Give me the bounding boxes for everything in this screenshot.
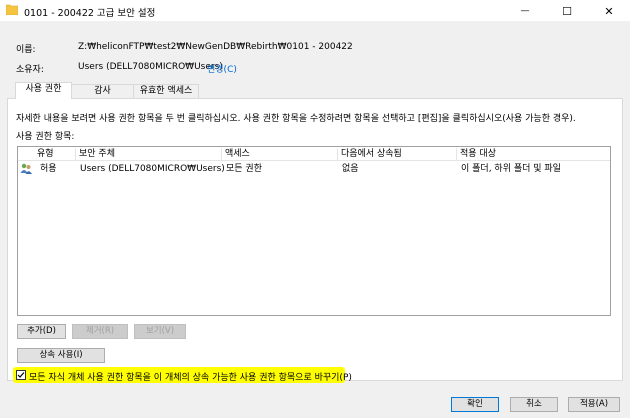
remove-button[interactable]: 제거(R) bbox=[72, 324, 128, 339]
entries-label: 사용 권한 항목: bbox=[16, 132, 75, 142]
replace-child-permissions-checkbox[interactable] bbox=[16, 370, 26, 380]
cancel-button[interactable]: 취소 bbox=[510, 397, 558, 412]
add-button[interactable]: 추가(D) bbox=[17, 324, 66, 339]
tab-auditing[interactable]: 감사 bbox=[71, 84, 134, 99]
row-access: 모든 권한 bbox=[226, 164, 262, 174]
checkmark-icon bbox=[17, 372, 25, 378]
minimize-icon: — bbox=[520, 6, 530, 16]
minimize-button[interactable]: — bbox=[504, 0, 546, 22]
close-icon: ✕ bbox=[604, 4, 614, 18]
folder-icon bbox=[6, 4, 18, 15]
enable-inheritance-button[interactable]: 상속 사용(I) bbox=[17, 348, 105, 363]
table-row[interactable]: 허용 Users (DELL7080MICRO₩Users) 모든 권한 없음 … bbox=[18, 162, 610, 176]
permission-entries-list[interactable]: 유형 보안 주체 액세스 다음에서 상속됨 적용 대상 허용 Users (DE… bbox=[17, 146, 611, 316]
list-header: 유형 보안 주체 액세스 다음에서 상속됨 적용 대상 bbox=[18, 147, 610, 161]
tab-effective-access[interactable]: 유효한 액세스 bbox=[133, 84, 199, 99]
window-title: 0101 - 200422 고급 보안 설정 bbox=[24, 8, 156, 19]
name-label: 이름: bbox=[16, 45, 36, 55]
column-header-access[interactable]: 액세스 bbox=[222, 148, 338, 160]
maximize-icon: ☐ bbox=[562, 4, 572, 18]
title-bar: 0101 - 200422 고급 보안 설정 — ☐ ✕ bbox=[0, 0, 630, 22]
name-value: Z:₩heliconFTP₩test2₩NewGenDB₩Rebirth₩010… bbox=[78, 42, 353, 52]
row-type: 허용 bbox=[40, 164, 57, 174]
owner-label: 소유자: bbox=[16, 65, 44, 75]
column-header-applies-to[interactable]: 적용 대상 bbox=[457, 148, 612, 160]
change-owner-link[interactable]: 변경(C) bbox=[207, 62, 237, 75]
instructions-text: 자세한 내용을 보려면 사용 권한 항목을 두 번 클릭하십시오. 사용 권한 … bbox=[16, 114, 576, 124]
permissions-panel: 자세한 내용을 보려면 사용 권한 항목을 두 번 클릭하십시오. 사용 권한 … bbox=[7, 98, 623, 381]
row-applies-to: 이 폴더, 하위 폴더 및 파일 bbox=[461, 164, 561, 174]
users-group-icon bbox=[20, 163, 32, 174]
view-button[interactable]: 보기(V) bbox=[134, 324, 186, 339]
replace-child-permissions-label[interactable]: 모든 자식 개체 사용 권한 항목을 이 개체의 상속 가능한 사용 권한 항목… bbox=[29, 370, 352, 383]
column-header-type[interactable]: 유형 bbox=[34, 148, 76, 160]
apply-button[interactable]: 적용(A) bbox=[568, 397, 620, 412]
column-header-principal[interactable]: 보안 주체 bbox=[76, 148, 222, 160]
row-principal: Users (DELL7080MICRO₩Users) bbox=[80, 164, 225, 174]
row-inherited-from: 없음 bbox=[342, 164, 359, 174]
maximize-button[interactable]: ☐ bbox=[546, 0, 588, 22]
owner-value: Users (DELL7080MICRO₩Users) bbox=[78, 62, 223, 72]
ok-button[interactable]: 확인 bbox=[451, 397, 499, 412]
tab-permissions[interactable]: 사용 권한 bbox=[15, 82, 72, 99]
column-header-inherited-from[interactable]: 다음에서 상속됨 bbox=[338, 148, 457, 160]
close-button[interactable]: ✕ bbox=[588, 0, 630, 22]
dialog-body: 이름: Z:₩heliconFTP₩test2₩NewGenDB₩Rebirth… bbox=[0, 22, 630, 418]
